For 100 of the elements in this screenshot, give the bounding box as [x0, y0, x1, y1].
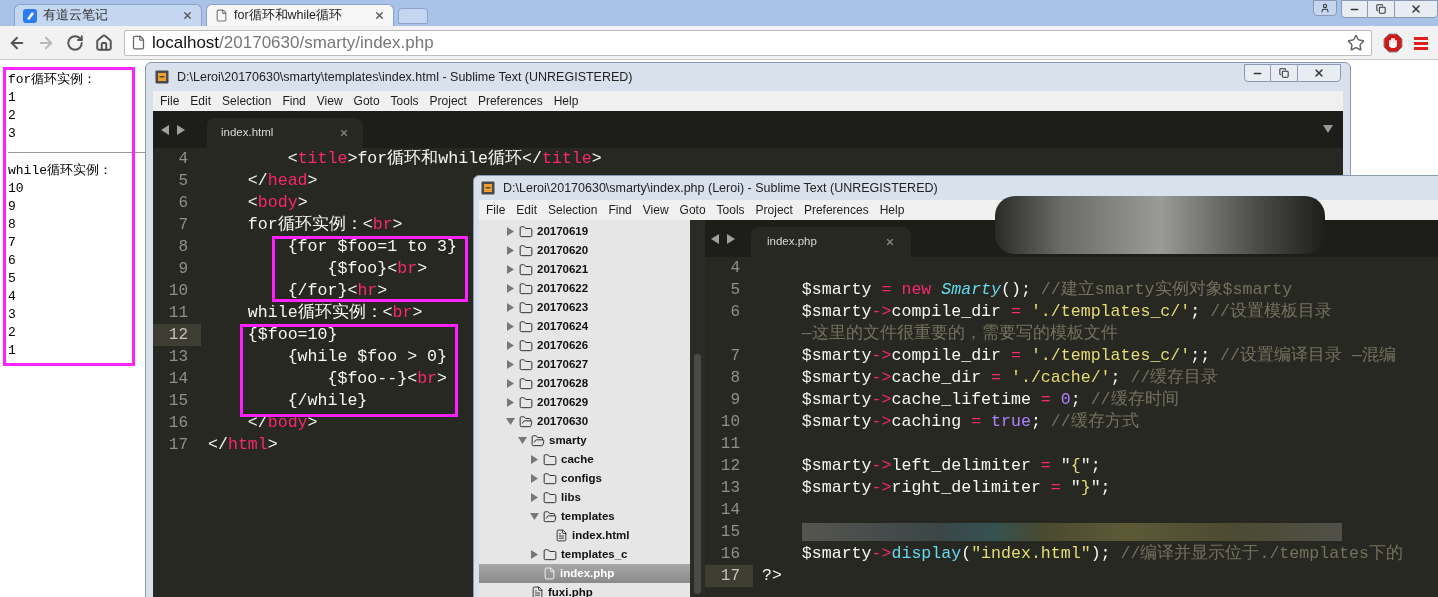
code-line: {while $foo > 0}	[286, 346, 447, 368]
folder-row[interactable]: libs	[479, 488, 690, 507]
code-line: ?>	[762, 565, 782, 587]
line-number: 8	[177, 237, 189, 258]
caret-right-icon	[506, 303, 514, 312]
close-button[interactable]	[1297, 64, 1341, 82]
maximize-button[interactable]	[1271, 64, 1297, 82]
caret-right-icon	[506, 284, 514, 293]
tree-label: 20170620	[537, 242, 589, 258]
output-number: 1	[8, 342, 17, 360]
profile-button[interactable]	[1313, 0, 1337, 16]
address-field[interactable]: localhost/20170630/smarty/index.php	[124, 29, 1372, 56]
folder-row[interactable]: 20170624	[479, 317, 690, 336]
menu-item[interactable]: File	[486, 201, 506, 219]
menu-item[interactable]: Project	[755, 201, 793, 219]
menu-item[interactable]: View	[642, 201, 669, 219]
caret-right-icon	[506, 246, 514, 255]
maximize-button[interactable]	[1368, 0, 1394, 18]
close-tab-icon[interactable]	[374, 10, 385, 21]
bookmark-star-icon[interactable]	[1347, 33, 1365, 52]
output-number: 10	[8, 180, 25, 198]
caret-right-icon	[530, 474, 538, 483]
tree-label: 20170623	[537, 299, 589, 315]
code-line: $smarty->caching = true; //缓存方式	[800, 411, 1139, 433]
code-line: $smarty->right_delimiter = "}";	[800, 477, 1111, 499]
line-number: 13	[167, 347, 189, 368]
code-line: $smarty->compile_dir = './templates_c/';; //设置编译目录 —混编	[800, 345, 1396, 367]
folder-row[interactable]: 20170623	[479, 298, 690, 317]
line-number: 7	[729, 346, 741, 367]
line-number: 15	[167, 391, 189, 412]
folder-row[interactable]: templates_c	[479, 545, 690, 564]
folder-row[interactable]: configs	[479, 469, 690, 488]
output-number: 1	[8, 89, 17, 107]
menu-item[interactable]: Preferences	[477, 92, 543, 110]
browser-tab[interactable]: for循环和while循环	[206, 4, 394, 26]
folder-row[interactable]: 20170619	[479, 222, 690, 241]
line-number: 10	[719, 412, 741, 433]
close-tab-icon[interactable]	[339, 128, 349, 138]
menu-item[interactable]: Selection	[548, 201, 598, 219]
code-line: —这里的文件很重要的，需要写的模板文件	[800, 323, 1118, 345]
menu-item[interactable]: Edit	[190, 92, 212, 110]
tree-label: 20170629	[537, 394, 589, 410]
output-heading: for循环实例：	[8, 71, 98, 89]
close-tab-icon[interactable]	[885, 237, 895, 247]
folder-icon	[519, 300, 533, 315]
folder-row[interactable]: cache	[479, 450, 690, 469]
stop-sign-icon[interactable]	[1383, 32, 1403, 53]
menu-item[interactable]: Find	[282, 92, 306, 110]
folder-icon	[519, 243, 533, 258]
tab-scroll-arrows-icon	[711, 233, 735, 244]
menu-item[interactable]: Help	[879, 201, 905, 219]
tree-label: libs	[561, 489, 581, 505]
menu-item[interactable]: Project	[429, 92, 467, 110]
menu-item[interactable]: Help	[553, 92, 579, 110]
tree-label: 20170621	[537, 261, 589, 277]
line-number: 9	[177, 259, 189, 280]
code-line: $smarty->compile_dir = './templates_c/'; //设置模板目录	[800, 301, 1333, 323]
menu-item[interactable]: Tools	[716, 201, 745, 219]
folder-row[interactable]: 20170620	[479, 241, 690, 260]
folder-row[interactable]: 20170621	[479, 260, 690, 279]
output-heading: while循环实例：	[8, 162, 113, 180]
menu-icon[interactable]	[1414, 35, 1428, 50]
caret-down-icon	[529, 513, 539, 520]
file-row[interactable]: index.html	[479, 526, 690, 545]
menu-item[interactable]: Selection	[222, 92, 272, 110]
code-line: {$foo--}<br>	[326, 368, 447, 390]
menu-item[interactable]: Tools	[390, 92, 419, 110]
folder-row[interactable]: 20170627	[479, 355, 690, 374]
menu-item[interactable]: Find	[608, 201, 632, 219]
folder-row[interactable]: 20170630	[479, 412, 690, 431]
line-number: 17	[167, 435, 189, 456]
line-number: 5	[729, 280, 741, 301]
window-title: D:\Leroi\20170630\smarty\templates\index.html - Sublime Text (UNREGISTERED)	[177, 68, 634, 86]
menu-item[interactable]: File	[160, 92, 180, 110]
tree-label: 20170626	[537, 337, 589, 353]
menu-item[interactable]: Goto	[679, 201, 706, 219]
menu-item[interactable]: Goto	[353, 92, 380, 110]
tab-dropdown-icon[interactable]	[1323, 125, 1333, 133]
folder-icon	[519, 319, 533, 334]
tree-label: 20170624	[537, 318, 589, 334]
code-line: $smarty->cache_dir = './cache/'; //缓存目录	[800, 367, 1219, 389]
close-button[interactable]	[1394, 0, 1438, 18]
editor-tab[interactable]: index.php	[751, 227, 911, 257]
menu-item[interactable]: View	[316, 92, 343, 110]
scrollbar-thumb[interactable]	[694, 354, 701, 594]
app-logo-icon	[155, 70, 169, 84]
tree-label: 20170628	[537, 375, 589, 391]
folder-row[interactable]: 20170622	[479, 279, 690, 298]
browser-tab[interactable]: 有道云笔记	[14, 4, 202, 26]
folder-row[interactable]: 20170629	[479, 393, 690, 412]
menu-item[interactable]: Edit	[516, 201, 538, 219]
editor-tab[interactable]: index.html	[207, 118, 363, 148]
folder-row[interactable]: 20170626	[479, 336, 690, 355]
output-number: 7	[8, 234, 17, 252]
open-folder-icon	[543, 509, 557, 524]
menu-item[interactable]: Preferences	[803, 201, 869, 219]
folder-row[interactable]: templates	[479, 507, 690, 526]
folder-row[interactable]: 20170628	[479, 374, 690, 393]
close-tab-icon[interactable]	[182, 10, 193, 21]
folder-row[interactable]: smarty	[479, 431, 690, 450]
